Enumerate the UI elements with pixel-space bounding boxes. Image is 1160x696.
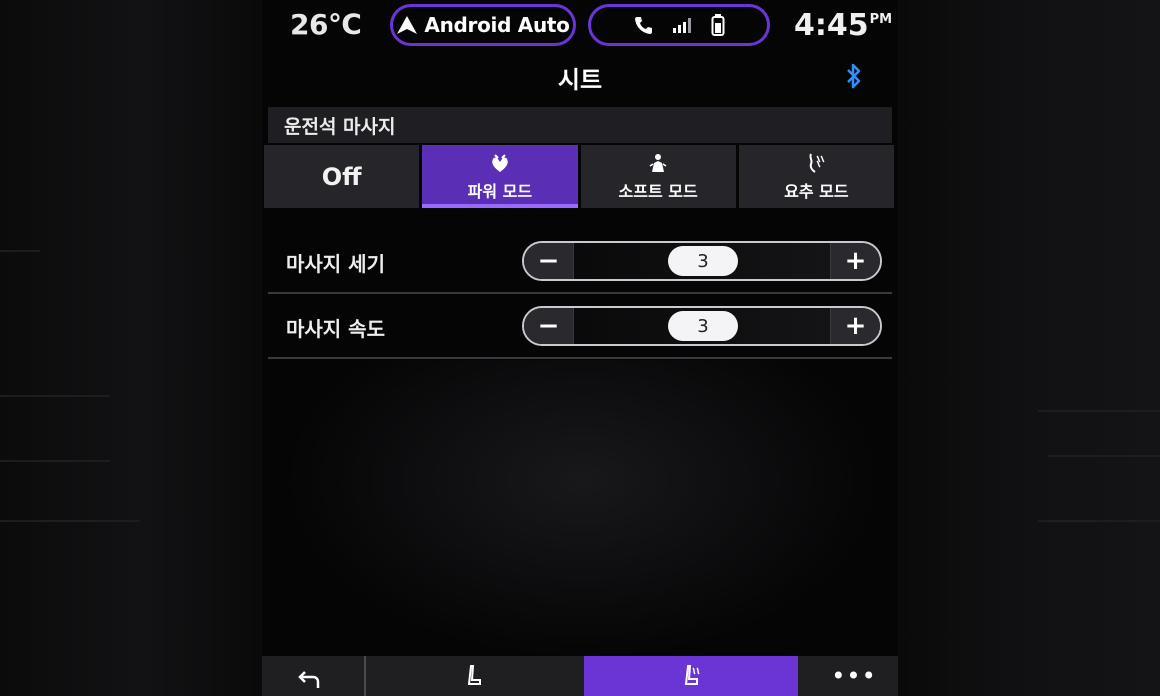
seat-icon [467, 665, 481, 685]
android-auto-icon [397, 16, 418, 34]
mode-off-button[interactable]: Off [264, 145, 420, 208]
title-row: 시트 [262, 56, 898, 96]
right-bezel [898, 0, 1160, 696]
intensity-increase-button[interactable]: + [830, 243, 880, 279]
screen-glare [282, 360, 882, 660]
infotainment-screen: 26℃ Android Auto 4:45PM 시트 운전석 마사지 Off 파… [262, 0, 898, 696]
mode-off-label: Off [321, 162, 362, 191]
vent-slat [0, 520, 140, 522]
bottom-nav-bar: ••• [262, 656, 898, 696]
section-title: 운전석 마사지 [284, 115, 396, 138]
speed-decrease-button[interactable]: − [524, 308, 574, 344]
mode-lumbar-button[interactable]: 요추 모드 [738, 145, 894, 208]
lumbar-massage-icon [809, 153, 825, 173]
temperature: 26℃ [290, 8, 362, 41]
massage-mode-selector: Off 파워 모드 소프트 모드 요추 모드 [264, 145, 894, 208]
section-header: 운전석 마사지 [268, 107, 892, 143]
mode-power-label: 파워 모드 [467, 181, 533, 201]
seat-massage-tab-button[interactable] [584, 656, 798, 696]
page-title: 시트 [557, 66, 603, 94]
signal-icon [673, 18, 691, 33]
phone-status-button[interactable] [588, 4, 770, 46]
phone-icon [635, 17, 652, 34]
battery-icon [711, 14, 725, 36]
vent-slat [0, 250, 40, 252]
clock-time: 4:45 [794, 8, 869, 43]
vent-slat [1038, 520, 1160, 522]
speed-label: 마사지 속도 [286, 317, 385, 341]
speed-value[interactable]: 3 [668, 311, 738, 341]
left-bezel [0, 0, 262, 696]
android-auto-label: Android Auto [424, 13, 570, 37]
massage-speed-row: 마사지 속도 − 3 + [268, 297, 892, 359]
status-bar: 26℃ Android Auto 4:45PM [262, 0, 898, 50]
intensity-decrease-button[interactable]: − [524, 243, 574, 279]
vent-slat [0, 395, 110, 397]
intensity-value[interactable]: 3 [668, 246, 738, 276]
soft-massage-icon [649, 153, 667, 172]
more-button[interactable]: ••• [802, 656, 898, 696]
back-arrow-icon [298, 671, 320, 688]
mode-soft-label: 소프트 모드 [618, 181, 698, 201]
speed-stepper: − 3 + [522, 306, 882, 346]
seat-tab-button[interactable] [364, 656, 580, 696]
android-auto-button[interactable]: Android Auto [390, 4, 576, 46]
vent-slat [0, 460, 110, 462]
mode-power-button[interactable]: 파워 모드 [422, 145, 578, 208]
clock-period: PM [869, 12, 893, 27]
vent-slat [1048, 455, 1160, 457]
intensity-stepper: − 3 + [522, 241, 882, 281]
massage-intensity-row: 마사지 세기 − 3 + [268, 232, 892, 294]
vent-slat [1038, 410, 1160, 412]
clock: 4:45PM [794, 8, 892, 43]
seat-massage-icon [684, 665, 700, 685]
intensity-label: 마사지 세기 [286, 252, 385, 276]
mode-lumbar-label: 요추 모드 [784, 181, 849, 201]
mode-soft-button[interactable]: 소프트 모드 [580, 145, 736, 208]
speed-increase-button[interactable]: + [830, 308, 880, 344]
bluetooth-icon[interactable] [844, 62, 864, 90]
power-massage-icon [492, 153, 508, 172]
back-button[interactable] [262, 656, 364, 696]
